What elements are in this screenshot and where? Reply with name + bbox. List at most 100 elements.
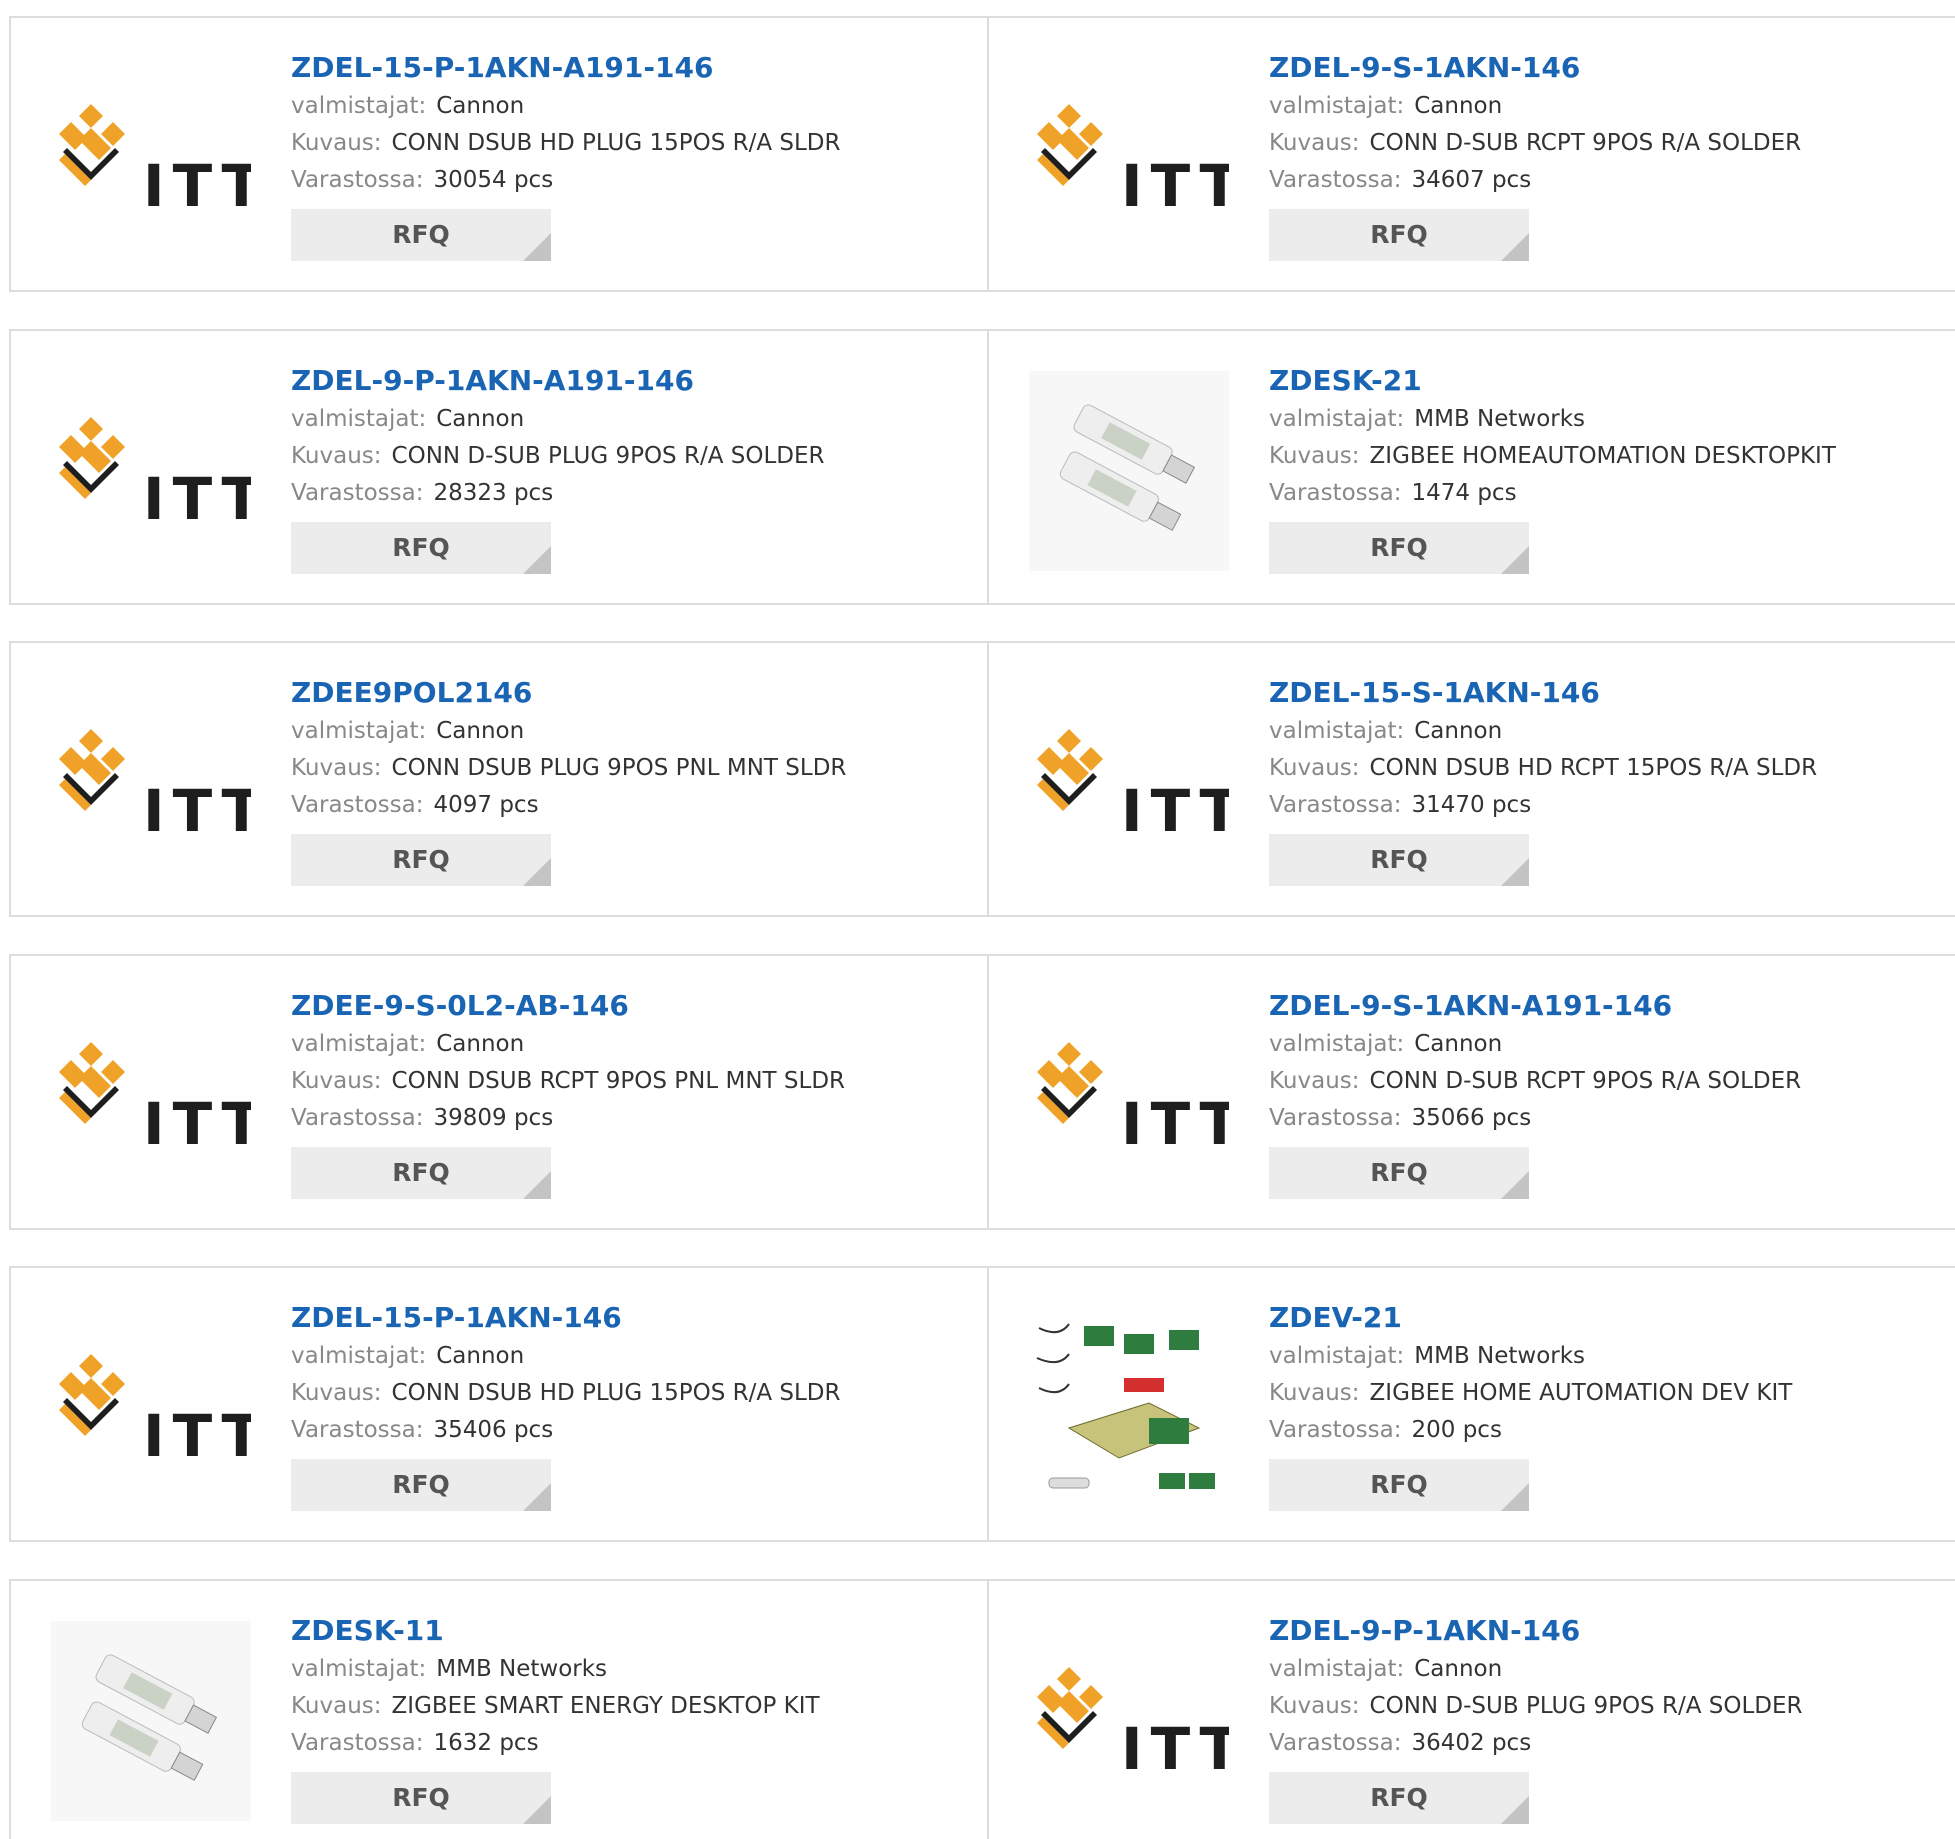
rfq-button-label: RFQ bbox=[1370, 533, 1428, 562]
product-card: ITT ZDEL-15-P-1AKN-A191-146 valmistajat:… bbox=[11, 18, 989, 290]
product-row: ITT ZDEL-15-P-1AKN-146 valmistajat: Canno… bbox=[9, 1266, 1955, 1542]
rfq-button[interactable]: RFQ bbox=[1269, 1147, 1529, 1199]
manufacturer-line: valmistajat: Cannon bbox=[1269, 1026, 1929, 1063]
rfq-button-label: RFQ bbox=[1370, 1783, 1428, 1812]
product-title-link[interactable]: ZDEL-15-P-1AKN-146 bbox=[291, 1298, 951, 1338]
rfq-button[interactable]: RFQ bbox=[1269, 522, 1529, 574]
description-value: ZIGBEE HOME AUTOMATION DEV KIT bbox=[1369, 1380, 1793, 1406]
product-card: ITT ZDEL-9-P-1AKN-146 valmistajat: Cannon… bbox=[989, 1581, 1955, 1839]
rfq-button[interactable]: RFQ bbox=[1269, 209, 1529, 261]
rfq-button[interactable]: RFQ bbox=[291, 1459, 551, 1511]
stock-value: 35406 pcs bbox=[433, 1417, 554, 1443]
description-value: ZIGBEE SMART ENERGY DESKTOP KIT bbox=[391, 1693, 820, 1719]
manufacturer-label: valmistajat: bbox=[1269, 718, 1405, 744]
product-card: ITT ZDEL-9-P-1AKN-A191-146 valmistajat: C… bbox=[11, 331, 989, 603]
product-title-link[interactable]: ZDESK-21 bbox=[1269, 361, 1929, 401]
product-card: ZDEV-21 valmistajat: MMB Networks Kuvaus:… bbox=[989, 1268, 1955, 1540]
itt-logo-icon: ITT bbox=[1037, 1042, 1229, 1156]
product-info: ZDEE9POL2146 valmistajat: Cannon Kuvaus: C… bbox=[291, 673, 951, 886]
product-image[interactable] bbox=[1029, 371, 1229, 571]
stock-label: Varastossa: bbox=[291, 167, 424, 193]
rfq-button[interactable]: RFQ bbox=[291, 209, 551, 261]
stock-line: Varastossa: 4097 pcs bbox=[291, 787, 951, 824]
product-title-link[interactable]: ZDEL-9-S-1AKN-A191-146 bbox=[1269, 986, 1929, 1026]
description-line: Kuvaus: ZIGBEE SMART ENERGY DESKTOP KIT bbox=[291, 1688, 951, 1725]
manufacturer-label: valmistajat: bbox=[291, 1343, 427, 1369]
itt-logo-icon: ITT bbox=[1037, 729, 1229, 843]
product-image[interactable]: ITT bbox=[51, 683, 251, 883]
manufacturer-value: Cannon bbox=[1414, 1656, 1503, 1682]
rfq-button[interactable]: RFQ bbox=[1269, 1772, 1529, 1824]
product-title-link[interactable]: ZDEL-15-S-1AKN-146 bbox=[1269, 673, 1929, 713]
product-title-link[interactable]: ZDEE-9-S-0L2-AB-146 bbox=[291, 986, 951, 1026]
description-value: CONN DSUB PLUG 9POS PNL MNT SLDR bbox=[391, 755, 847, 781]
product-image[interactable]: ITT bbox=[51, 58, 251, 258]
description-label: Kuvaus: bbox=[291, 130, 382, 156]
description-label: Kuvaus: bbox=[291, 443, 382, 469]
svg-text:ITT: ITT bbox=[1121, 152, 1229, 218]
product-title-link[interactable]: ZDEE9POL2146 bbox=[291, 673, 951, 713]
svg-text:ITT: ITT bbox=[143, 465, 251, 531]
product-image[interactable]: ITT bbox=[51, 1308, 251, 1508]
svg-text:ITT: ITT bbox=[1121, 1090, 1229, 1156]
rfq-button[interactable]: RFQ bbox=[1269, 834, 1529, 886]
rfq-button[interactable]: RFQ bbox=[291, 1772, 551, 1824]
stock-line: Varastossa: 1632 pcs bbox=[291, 1725, 951, 1762]
stock-label: Varastossa: bbox=[1269, 1730, 1402, 1756]
product-title-link[interactable]: ZDEL-9-S-1AKN-146 bbox=[1269, 48, 1929, 88]
description-line: Kuvaus: CONN DSUB RCPT 9POS PNL MNT SLDR bbox=[291, 1063, 951, 1100]
manufacturer-value: Cannon bbox=[436, 406, 525, 432]
itt-logo-icon: ITT bbox=[1037, 104, 1229, 218]
itt-logo-icon: ITT bbox=[59, 1042, 251, 1156]
manufacturer-label: valmistajat: bbox=[291, 1656, 427, 1682]
corner-triangle-icon bbox=[1501, 858, 1529, 886]
description-label: Kuvaus: bbox=[1269, 1693, 1360, 1719]
manufacturer-label: valmistajat: bbox=[1269, 1343, 1405, 1369]
product-image[interactable] bbox=[1029, 1308, 1229, 1508]
itt-logo-icon: ITT bbox=[1037, 1667, 1229, 1781]
rfq-button-label: RFQ bbox=[1370, 1470, 1428, 1499]
product-image[interactable]: ITT bbox=[1029, 683, 1229, 883]
rfq-button[interactable]: RFQ bbox=[291, 834, 551, 886]
manufacturer-line: valmistajat: MMB Networks bbox=[1269, 401, 1929, 438]
product-image[interactable]: ITT bbox=[1029, 996, 1229, 1196]
product-image[interactable] bbox=[51, 1621, 251, 1821]
stock-line: Varastossa: 36402 pcs bbox=[1269, 1725, 1929, 1762]
product-title-link[interactable]: ZDESK-11 bbox=[291, 1611, 951, 1651]
corner-triangle-icon bbox=[1501, 546, 1529, 574]
stock-line: Varastossa: 200 pcs bbox=[1269, 1412, 1929, 1449]
description-line: Kuvaus: CONN DSUB HD RCPT 15POS R/A SLDR bbox=[1269, 750, 1929, 787]
corner-triangle-icon bbox=[1501, 1796, 1529, 1824]
description-line: Kuvaus: CONN D-SUB RCPT 9POS R/A SOLDER bbox=[1269, 1063, 1929, 1100]
itt-logo-icon: ITT bbox=[59, 417, 251, 531]
stock-line: Varastossa: 1474 pcs bbox=[1269, 475, 1929, 512]
manufacturer-value: Cannon bbox=[436, 718, 525, 744]
description-label: Kuvaus: bbox=[1269, 755, 1360, 781]
description-label: Kuvaus: bbox=[1269, 443, 1360, 469]
product-image[interactable]: ITT bbox=[1029, 58, 1229, 258]
product-title-link[interactable]: ZDEL-15-P-1AKN-A191-146 bbox=[291, 48, 951, 88]
manufacturer-value: Cannon bbox=[1414, 718, 1503, 744]
manufacturer-label: valmistajat: bbox=[291, 1031, 427, 1057]
rfq-button[interactable]: RFQ bbox=[1269, 1459, 1529, 1511]
product-title-link[interactable]: ZDEL-9-P-1AKN-146 bbox=[1269, 1611, 1929, 1651]
stock-line: Varastossa: 28323 pcs bbox=[291, 475, 951, 512]
manufacturer-line: valmistajat: Cannon bbox=[1269, 1651, 1929, 1688]
product-title-link[interactable]: ZDEV-21 bbox=[1269, 1298, 1929, 1338]
product-card: ITT ZDEL-9-S-1AKN-146 valmistajat: Cannon… bbox=[989, 18, 1955, 290]
manufacturer-line: valmistajat: MMB Networks bbox=[291, 1651, 951, 1688]
rfq-button[interactable]: RFQ bbox=[291, 522, 551, 574]
product-title-link[interactable]: ZDEL-9-P-1AKN-A191-146 bbox=[291, 361, 951, 401]
product-image[interactable]: ITT bbox=[1029, 1621, 1229, 1821]
product-image[interactable]: ITT bbox=[51, 371, 251, 571]
rfq-button[interactable]: RFQ bbox=[291, 1147, 551, 1199]
stock-line: Varastossa: 35066 pcs bbox=[1269, 1100, 1929, 1137]
description-line: Kuvaus: CONN DSUB HD PLUG 15POS R/A SLDR bbox=[291, 125, 951, 162]
stock-value: 30054 pcs bbox=[433, 167, 554, 193]
stock-label: Varastossa: bbox=[291, 480, 424, 506]
product-info: ZDEL-9-P-1AKN-146 valmistajat: Cannon Kuv… bbox=[1269, 1611, 1929, 1824]
svg-text:ITT: ITT bbox=[143, 1402, 251, 1468]
product-image[interactable]: ITT bbox=[51, 996, 251, 1196]
manufacturer-value: Cannon bbox=[436, 1343, 525, 1369]
stock-label: Varastossa: bbox=[291, 1105, 424, 1131]
